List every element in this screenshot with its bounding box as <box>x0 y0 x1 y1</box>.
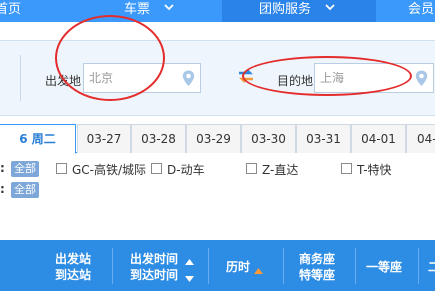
nav-home-label: 首页 <box>0 2 22 17</box>
filter-label-z: Z-直达 <box>262 163 299 177</box>
location-pin-icon[interactable] <box>415 70 428 90</box>
column-business-seat: 商务座 <box>299 252 336 266</box>
column-first-class[interactable]: 一等座 <box>366 259 402 275</box>
location-pin-icon[interactable] <box>182 70 195 90</box>
column-to-station: 到达站 <box>54 268 91 282</box>
date-tabs: 6 周二 03-27 03-28 03-29 03-30 03-31 04-01… <box>0 124 435 154</box>
checkbox-gc[interactable] <box>56 163 67 174</box>
results-table-header: 出发站 到达站 出发时间 到达时间 历时 商务座 特等座 一等座 二 <box>0 240 435 291</box>
checkbox-t[interactable] <box>341 163 352 174</box>
nav-item-group-services[interactable]: 团购服务 <box>222 0 376 22</box>
nav-item-tickets[interactable]: 车票 <box>124 0 174 22</box>
nav-tickets-label: 车票 <box>124 2 151 17</box>
from-station-input[interactable] <box>89 68 171 88</box>
column-premium-seat: 特等座 <box>299 268 336 282</box>
search-bar: 出发地 目的地 <box>0 40 435 116</box>
filter-colon: : <box>0 182 5 196</box>
column-second-class[interactable]: 二 <box>428 259 435 275</box>
to-station-input[interactable] <box>320 68 402 88</box>
column-arrive-time: 到达时间 <box>130 268 179 282</box>
nav-group-label: 团购服务 <box>259 2 312 17</box>
chevron-down-icon <box>164 4 174 11</box>
nav-member-label: 会员 <box>408 2 435 17</box>
station-filter: : 全部 <box>0 182 60 200</box>
column-divider <box>355 248 356 284</box>
swap-stations-icon[interactable] <box>237 68 255 87</box>
column-depart-time: 出发时间 <box>130 252 179 266</box>
sort-up-icon[interactable] <box>254 263 263 277</box>
column-divider <box>112 248 113 284</box>
tab-date[interactable]: 03-27 <box>77 124 131 153</box>
checkbox-z[interactable] <box>246 163 257 174</box>
tab-date[interactable]: 03-29 <box>186 124 241 153</box>
filter-colon: : <box>0 161 5 175</box>
nav-item-member[interactable]: 会员 <box>408 0 434 22</box>
column-from-station: 出发站 <box>54 252 91 266</box>
to-label: 目的地 <box>277 74 314 88</box>
chevron-down-icon <box>325 4 335 11</box>
column-divider <box>418 248 419 284</box>
train-type-filter: : 全部 GC-高铁/城际 D-动车 Z-直达 T-特快 <box>0 161 435 179</box>
train-ticket-page: 首页 车票 团购服务 会员 出发地 北京 目的地 上海 6 周二 03-27 0… <box>0 0 435 291</box>
tab-selected-date[interactable]: 6 周二 <box>0 124 76 154</box>
filter-label-t: T-特快 <box>357 163 392 177</box>
sort-down-icon[interactable] <box>185 271 194 285</box>
filter-label-gc: GC-高铁/城际 <box>72 163 147 177</box>
tab-date[interactable]: 03-28 <box>131 124 186 153</box>
tab-date[interactable]: 04- <box>406 124 435 153</box>
column-divider <box>208 248 209 284</box>
filter-label-d: D-动车 <box>167 163 205 177</box>
from-label: 出发地 <box>45 74 82 88</box>
column-business-class[interactable]: 商务座 特等座 <box>299 251 335 283</box>
column-duration[interactable]: 历时 <box>226 259 250 275</box>
filter-all-button[interactable]: 全部 <box>11 182 39 198</box>
column-stations[interactable]: 出发站 到达站 <box>50 251 96 283</box>
nav-item-home[interactable]: 首页 <box>0 0 21 22</box>
from-station-field[interactable] <box>83 63 201 93</box>
tab-date[interactable]: 03-30 <box>241 124 296 153</box>
column-times[interactable]: 出发时间 到达时间 <box>130 251 178 283</box>
filter-all-button[interactable]: 全部 <box>11 161 39 177</box>
tab-date[interactable]: 04-01 <box>351 124 406 153</box>
divider <box>20 55 21 101</box>
to-station-field[interactable] <box>314 63 434 93</box>
top-nav: 首页 车票 团购服务 会员 <box>0 0 435 22</box>
tab-date[interactable]: 03-31 <box>296 124 351 153</box>
checkbox-d[interactable] <box>151 163 162 174</box>
column-divider <box>283 248 284 284</box>
sort-up-icon[interactable] <box>185 254 194 268</box>
